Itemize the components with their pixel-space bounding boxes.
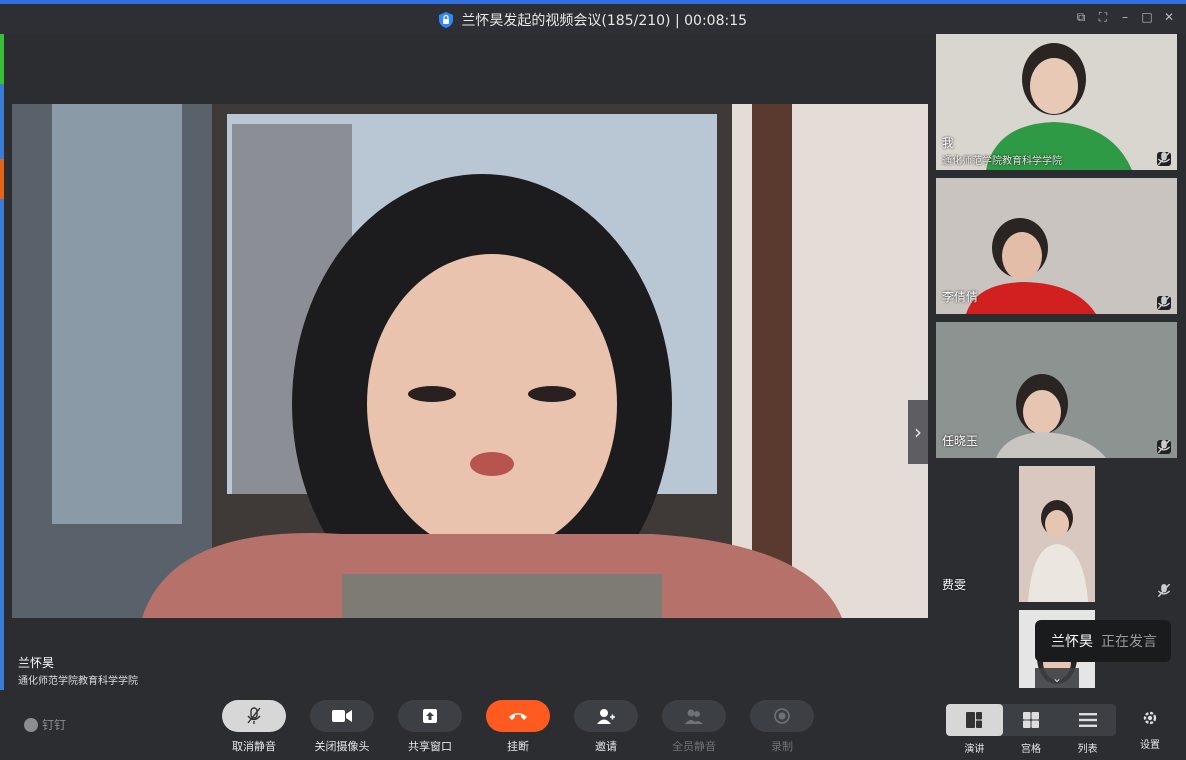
speaker-video[interactable]: › bbox=[12, 104, 928, 618]
invite-label: 邀请 bbox=[595, 740, 617, 753]
share-window-button[interactable]: 共享窗口 bbox=[398, 700, 462, 754]
layout-speaker-label: 演讲 bbox=[964, 744, 985, 755]
participant-video bbox=[936, 34, 1177, 170]
invite-button[interactable]: 邀请 bbox=[574, 700, 638, 754]
phone-hangup-icon bbox=[509, 713, 527, 720]
participant-tile[interactable]: 费雯 bbox=[936, 466, 1177, 602]
unmute-button[interactable]: 取消静音 bbox=[222, 700, 286, 754]
gear-icon bbox=[1143, 711, 1157, 725]
brand: 钉钉 bbox=[24, 716, 66, 733]
mute-all-button[interactable]: 全员静音 bbox=[662, 700, 726, 754]
speaker-layout-icon bbox=[966, 712, 983, 728]
fullscreen-icon[interactable]: ⛶ bbox=[1096, 10, 1110, 24]
layout-speaker-button[interactable] bbox=[946, 704, 1003, 736]
layout-grid-button[interactable] bbox=[1003, 704, 1060, 736]
settings-button[interactable]: 设置 bbox=[1134, 710, 1166, 751]
speaking-name: 兰怀昊 bbox=[1051, 634, 1093, 650]
hangup-label: 挂断 bbox=[507, 740, 529, 753]
settings-label: 设置 bbox=[1140, 740, 1160, 751]
mic-muted-icon bbox=[1157, 584, 1171, 598]
layout-list-label: 列表 bbox=[1077, 744, 1098, 755]
participant-name: 费雯 bbox=[942, 578, 967, 592]
speaker-name: 兰怀昊 bbox=[18, 656, 55, 670]
participant-name: 任晓玉 bbox=[942, 434, 979, 448]
unmute-label: 取消静音 bbox=[232, 740, 276, 753]
participant-name: 我 bbox=[942, 136, 955, 150]
mic-muted-icon bbox=[1157, 152, 1171, 166]
record-label: 录制 bbox=[771, 740, 793, 753]
speaker-video-frame bbox=[12, 104, 928, 618]
participant-list: 我 通化师范学院教育科学学院 李倩倩 任晓玉 费雯 bbox=[936, 34, 1177, 688]
speaking-indicator: 兰怀昊 正在发言 bbox=[1035, 620, 1171, 662]
title-bar: 兰怀昊发起的视频会议(185/210) | 00:08:15 ⧉ ⛶ – □ ✕ bbox=[0, 0, 1186, 34]
float-window-icon[interactable]: ⧉ bbox=[1074, 10, 1088, 24]
record-icon bbox=[774, 708, 790, 724]
list-layout-icon bbox=[1078, 713, 1097, 727]
hangup-button[interactable]: 挂断 bbox=[486, 700, 550, 754]
brand-label: 钉钉 bbox=[42, 718, 67, 732]
mute-all-icon bbox=[685, 709, 703, 724]
share-window-label: 共享窗口 bbox=[408, 740, 452, 753]
window-controls: ⧉ ⛶ – □ ✕ bbox=[1074, 10, 1176, 25]
participant-name: 李倩倩 bbox=[942, 290, 979, 304]
desktop-edge bbox=[0, 4, 4, 760]
window-title-wrap: 兰怀昊发起的视频会议(185/210) | 00:08:15 bbox=[0, 10, 1186, 30]
chevron-down-icon[interactable]: ⌄ bbox=[1035, 668, 1079, 688]
layout-grid-label: 宫格 bbox=[1021, 744, 1041, 755]
participant-tile[interactable]: 我 通化师范学院教育科学学院 bbox=[936, 34, 1177, 170]
mic-muted-icon bbox=[1157, 296, 1171, 310]
camera-off-button[interactable]: 关闭摄像头 bbox=[310, 700, 374, 754]
layout-labels: 演讲 宫格 列表 bbox=[946, 740, 1116, 755]
dingtalk-logo-icon bbox=[24, 717, 38, 732]
mic-muted-icon bbox=[1157, 440, 1171, 454]
close-icon[interactable]: ✕ bbox=[1162, 10, 1176, 24]
participant-tile[interactable]: 李倩倩 bbox=[936, 178, 1177, 314]
mute-all-label: 全员静音 bbox=[672, 740, 716, 753]
participant-video bbox=[936, 466, 1177, 602]
mic-muted-icon bbox=[247, 707, 261, 724]
camera-icon bbox=[332, 710, 352, 722]
grid-layout-icon bbox=[1023, 712, 1039, 728]
participant-org: 通化师范学院教育科学学院 bbox=[942, 156, 1062, 167]
minimize-icon[interactable]: – bbox=[1118, 10, 1132, 24]
window-title: 兰怀昊发起的视频会议(185/210) | 00:08:15 bbox=[461, 13, 748, 29]
record-button[interactable]: 录制 bbox=[750, 700, 814, 754]
layout-switcher bbox=[946, 704, 1116, 736]
shield-icon bbox=[438, 12, 453, 28]
main-stage: › 兰怀昊 通化师范学院教育科学学院 bbox=[12, 34, 928, 688]
participant-tile[interactable]: 任晓玉 bbox=[936, 322, 1177, 458]
speaker-org: 通化师范学院教育科学学院 bbox=[18, 676, 138, 687]
speaking-status: 正在发言 bbox=[1101, 634, 1157, 650]
layout-list-button[interactable] bbox=[1059, 704, 1116, 736]
bottom-toolbar: 钉钉 取消静音 关闭摄像头 共享窗口 挂断 邀请 全员静音 录制 演讲 宫格 列… bbox=[0, 690, 1186, 760]
share-screen-icon bbox=[423, 709, 437, 723]
camera-off-label: 关闭摄像头 bbox=[314, 740, 370, 753]
next-page-arrow[interactable]: › bbox=[908, 400, 928, 464]
add-user-icon bbox=[597, 709, 615, 724]
maximize-icon[interactable]: □ bbox=[1140, 10, 1154, 24]
